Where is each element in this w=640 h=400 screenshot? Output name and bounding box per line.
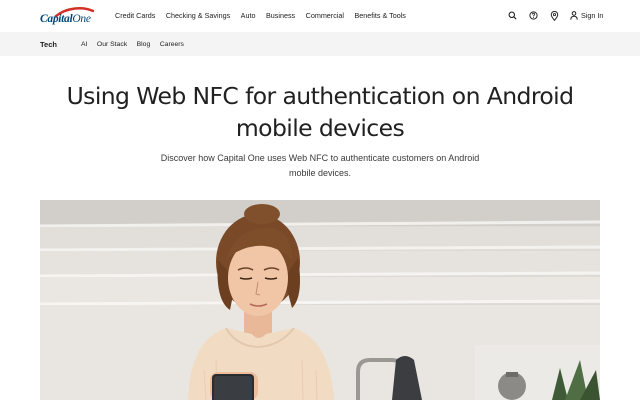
- top-navigation: CapitalOne Credit Cards Checking & Savin…: [0, 0, 640, 32]
- user-icon: [570, 11, 578, 20]
- subnav-links: AI Our Stack Blog Careers: [81, 41, 193, 48]
- section-subnav: Tech AI Our Stack Blog Careers: [0, 32, 640, 56]
- search-icon[interactable]: [507, 10, 518, 21]
- hero-image: [40, 200, 600, 400]
- nav-commercial[interactable]: Commercial: [306, 11, 344, 20]
- section-home-link[interactable]: Tech: [40, 40, 57, 49]
- nav-business[interactable]: Business: [266, 11, 295, 20]
- capital-one-logo[interactable]: CapitalOne: [40, 7, 98, 27]
- logo-wordmark: CapitalOne: [40, 13, 91, 25]
- hero-photo-illustration: [40, 200, 600, 400]
- subnav-careers[interactable]: Careers: [160, 41, 184, 48]
- nav-checking-savings[interactable]: Checking & Savings: [166, 11, 230, 20]
- article-title: Using Web NFC for authentication on Andr…: [66, 82, 574, 142]
- utility-nav: Sign In: [507, 10, 603, 21]
- article-subtitle: Discover how Capital One uses Web NFC to…: [160, 153, 480, 178]
- nav-auto[interactable]: Auto: [241, 11, 256, 20]
- nav-credit-cards[interactable]: Credit Cards: [115, 11, 155, 20]
- nav-benefits-tools[interactable]: Benefits & Tools: [354, 11, 405, 20]
- sign-in-label: Sign In: [581, 11, 604, 20]
- location-icon[interactable]: [549, 10, 560, 21]
- subnav-our-stack[interactable]: Our Stack: [97, 41, 127, 48]
- subnav-blog[interactable]: Blog: [137, 41, 151, 48]
- subnav-ai[interactable]: AI: [81, 41, 87, 48]
- help-icon[interactable]: [528, 10, 539, 21]
- primary-nav: Credit Cards Checking & Savings Auto Bus…: [115, 11, 416, 20]
- sign-in-link[interactable]: Sign In: [570, 11, 603, 20]
